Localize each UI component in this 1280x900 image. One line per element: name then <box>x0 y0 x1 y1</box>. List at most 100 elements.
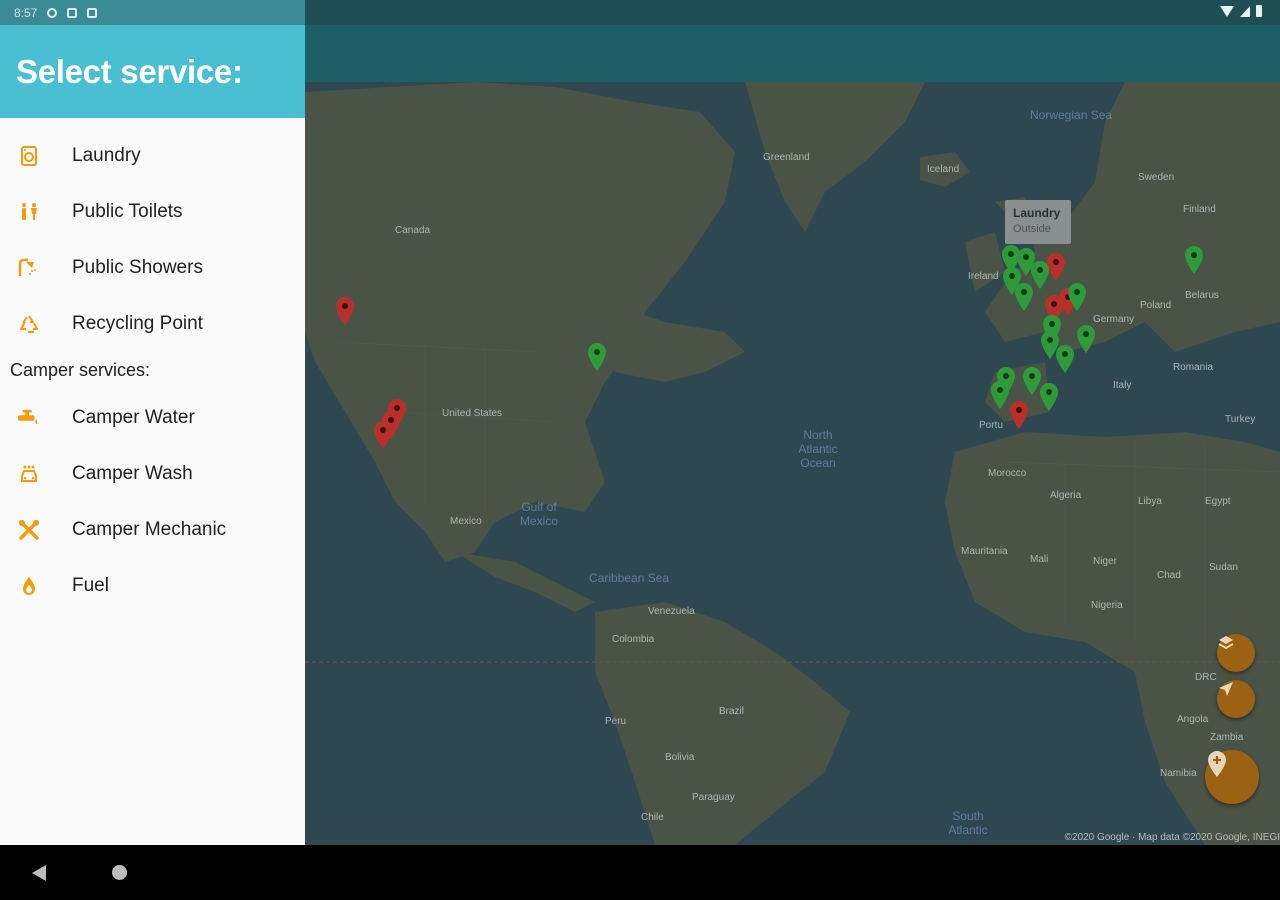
tools-icon <box>18 519 40 541</box>
map-label: Mexico <box>450 516 482 527</box>
menu-item-laundry[interactable]: Laundry <box>0 128 305 184</box>
map-label: Italy <box>1113 380 1132 391</box>
menu-item-label: Fuel <box>72 575 109 596</box>
map-label: Colombia <box>612 634 655 645</box>
add-location-button[interactable] <box>1205 750 1259 804</box>
menu-item-public-showers[interactable]: Public Showers <box>0 240 305 296</box>
map-label: Mali <box>1030 554 1049 565</box>
map-label: Mauritania <box>961 546 1008 557</box>
drawer-header: Select service: <box>0 25 305 118</box>
map-label: Niger <box>1093 556 1117 567</box>
menu-item-camper-mechanic[interactable]: Camper Mechanic <box>0 502 305 558</box>
map-label: Morocco <box>988 468 1027 479</box>
status-bar-left: 8:57 <box>0 0 305 25</box>
map-label: United States <box>442 408 503 419</box>
map-view[interactable]: Greenland Iceland Canada United States M… <box>305 82 1280 845</box>
service-menu: Laundry Public Toilets Public Showers Re… <box>0 118 305 614</box>
map-label: Nigeria <box>1091 600 1123 611</box>
layers-button[interactable] <box>1217 634 1255 672</box>
map-marker-red[interactable] <box>334 296 356 326</box>
menu-item-camper-wash[interactable]: Camper Wash <box>0 446 305 502</box>
map-label: DRC <box>1195 672 1217 683</box>
nfc-icon <box>67 7 78 18</box>
map-label: North Atlantic Ocean <box>798 428 838 470</box>
sd-card-icon <box>87 7 98 18</box>
map-label: Finland <box>1183 204 1216 215</box>
map-label: Peru <box>605 716 627 727</box>
add-location-icon <box>1208 751 1226 777</box>
layers-icon <box>1218 636 1234 650</box>
menu-item-label: Recycling Point <box>72 313 203 334</box>
map-label: Algeria <box>1050 490 1082 501</box>
map-label: Angola <box>1177 714 1209 725</box>
toilets-icon <box>18 201 40 223</box>
map-marker-green[interactable] <box>1038 382 1060 412</box>
map-marker-red[interactable] <box>372 420 394 450</box>
app-bar <box>305 25 1280 82</box>
navigation-arrow-icon <box>1219 682 1233 696</box>
recycle-icon <box>18 313 40 335</box>
car-wash-icon <box>18 463 40 485</box>
map-label: Brazil <box>719 706 745 717</box>
map-marker-green[interactable] <box>1183 245 1205 275</box>
map-label: Caribbean Sea <box>589 571 670 585</box>
map-label: Egypt <box>1205 496 1231 507</box>
map-marker-red[interactable] <box>1008 400 1030 430</box>
menu-item-label: Public Toilets <box>72 201 183 222</box>
system-nav-bar <box>0 845 1280 900</box>
service-drawer: Select service: Laundry Public Toilets P… <box>0 25 305 845</box>
map-label: Canada <box>395 225 431 236</box>
map-label: Turkey <box>1225 414 1256 425</box>
map-marker-green[interactable] <box>1013 282 1035 312</box>
map-label: Greenland <box>763 152 810 163</box>
map-marker-green[interactable] <box>1075 324 1097 354</box>
status-bar-right <box>1220 5 1262 17</box>
map-marker-green[interactable] <box>586 342 608 372</box>
tooltip-subtitle: Outside <box>1013 223 1051 235</box>
menu-item-public-toilets[interactable]: Public Toilets <box>0 184 305 240</box>
map-marker-green[interactable] <box>1054 344 1076 374</box>
map-marker-green[interactable] <box>989 380 1011 410</box>
map-label: Iceland <box>927 164 960 175</box>
menu-item-recycling-point[interactable]: Recycling Point <box>0 296 305 352</box>
battery-icon <box>1256 5 1262 17</box>
map-label: Bolivia <box>665 752 695 763</box>
map-label: Chile <box>641 812 664 823</box>
drawer-title: Select service: <box>16 52 243 90</box>
map-label: Zambia <box>1210 732 1244 743</box>
menu-item-fuel[interactable]: Fuel <box>0 558 305 614</box>
map-label: Germany <box>1093 314 1135 325</box>
map-label: Ireland <box>968 271 999 282</box>
map-label: Venezuela <box>648 606 695 617</box>
signal-icon <box>1240 5 1250 17</box>
menu-item-label: Public Showers <box>72 257 203 278</box>
map-label: Norwegian Sea <box>1030 108 1113 122</box>
laundry-icon <box>18 145 40 167</box>
map-label: Gulf of Mexico <box>519 500 558 528</box>
marker-tooltip[interactable]: Laundry Outside <box>1005 200 1071 244</box>
menu-item-camper-water[interactable]: Camper Water <box>0 390 305 446</box>
map-label: Sudan <box>1209 562 1238 573</box>
camper-services-header: Camper services: <box>10 359 151 380</box>
map-marker-green[interactable] <box>1066 282 1088 312</box>
menu-item-label: Camper Wash <box>72 463 193 484</box>
map-label: Belarus <box>1185 290 1219 301</box>
my-location-button[interactable] <box>1217 680 1255 718</box>
map-label: Paraguay <box>692 792 735 803</box>
wifi-icon <box>1220 5 1234 17</box>
menu-item-label: Camper Mechanic <box>72 519 227 540</box>
menu-item-label: Camper Water <box>72 407 195 428</box>
back-icon[interactable] <box>32 865 46 881</box>
map-label: Portu <box>979 420 1003 431</box>
status-time: 8:57 <box>14 5 38 20</box>
home-icon[interactable] <box>112 865 127 880</box>
map-label: Romania <box>1173 362 1214 373</box>
map-label: Poland <box>1140 300 1172 311</box>
gear-icon <box>47 7 58 18</box>
map-label: Namibia <box>1160 768 1197 779</box>
map-label: Sweden <box>1138 172 1175 183</box>
map-label: Chad <box>1157 570 1181 581</box>
shower-icon <box>18 257 40 279</box>
fuel-icon <box>18 575 40 597</box>
water-tap-icon <box>18 407 40 429</box>
